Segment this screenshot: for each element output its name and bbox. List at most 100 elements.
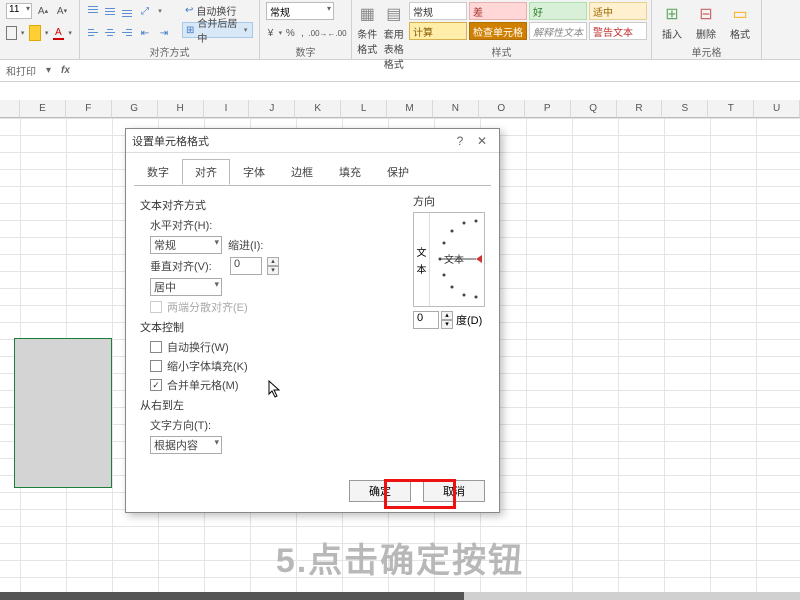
orientation-box: 方向 文本 文本 0 bbox=[413, 193, 485, 329]
col-header[interactable]: Q bbox=[571, 100, 617, 118]
style-cell[interactable]: 检查单元格 bbox=[469, 22, 527, 40]
merge-center-button[interactable]: ⊞合并后居中▾ bbox=[182, 22, 253, 38]
style-cell[interactable]: 差 bbox=[469, 2, 527, 20]
format-button[interactable]: ▭格式 bbox=[726, 2, 754, 41]
spin-down[interactable]: ▾ bbox=[267, 266, 279, 275]
col-header[interactable]: G bbox=[112, 100, 158, 118]
help-icon[interactable]: ? bbox=[449, 134, 471, 148]
align-top-icon[interactable] bbox=[86, 4, 100, 18]
cell-styles-gallery[interactable]: 常规差好适中计算检查单元格解释性文本警告文本 bbox=[409, 2, 647, 71]
dialog-body: 文本对齐方式 水平对齐(H): 常规 缩进(I): 垂直对齐(V): 0 ▴▾ … bbox=[126, 185, 499, 485]
close-icon[interactable]: ✕ bbox=[471, 134, 493, 148]
fx-icon[interactable]: fx bbox=[61, 65, 70, 76]
col-header[interactable]: K bbox=[295, 100, 341, 118]
col-header[interactable]: U bbox=[754, 100, 800, 118]
merge-icon: ⊞ bbox=[186, 25, 194, 36]
ok-button[interactable]: 确定 bbox=[349, 480, 411, 502]
col-header[interactable]: R bbox=[617, 100, 663, 118]
style-cell[interactable]: 好 bbox=[529, 2, 587, 20]
delete-button[interactable]: ⊟删除 bbox=[692, 2, 720, 41]
align-left-icon[interactable] bbox=[86, 26, 100, 40]
dialog-titlebar[interactable]: 设置单元格格式 ? ✕ bbox=[126, 129, 499, 153]
format-as-table-button[interactable]: ▤套用 表格格式 bbox=[383, 2, 406, 71]
col-header[interactable]: L bbox=[341, 100, 387, 118]
inc-decimal-icon[interactable]: .00→ bbox=[310, 25, 326, 41]
col-header[interactable]: P bbox=[525, 100, 571, 118]
h-align-select[interactable]: 常规 bbox=[150, 236, 222, 254]
format-icon: ▭ bbox=[726, 2, 754, 26]
col-header[interactable]: F bbox=[66, 100, 112, 118]
dialog-tab[interactable]: 字体 bbox=[230, 159, 278, 185]
h-align-label: 水平对齐(H): bbox=[150, 217, 220, 233]
dialog-tab[interactable]: 对齐 bbox=[182, 159, 230, 185]
style-cell[interactable]: 常规 bbox=[409, 2, 467, 20]
decrease-font-icon[interactable]: A▾ bbox=[54, 3, 70, 19]
align-right-icon[interactable] bbox=[120, 26, 134, 40]
border-icon[interactable] bbox=[6, 26, 17, 40]
group-label: 对齐方式 bbox=[80, 44, 259, 59]
col-header[interactable]: E bbox=[20, 100, 66, 118]
fill-dd[interactable]: ▾ bbox=[44, 29, 50, 37]
orientation-arc-icon: 文本 bbox=[430, 213, 484, 306]
conditional-format-button[interactable]: ▦条件格式 bbox=[356, 2, 379, 71]
col-header[interactable]: T bbox=[708, 100, 754, 118]
col-header[interactable]: M bbox=[387, 100, 433, 118]
comma-icon[interactable]: , bbox=[298, 25, 307, 41]
font-size-select[interactable]: 11 bbox=[6, 3, 32, 19]
fill-color-icon[interactable] bbox=[29, 25, 41, 41]
spin-up[interactable]: ▴ bbox=[267, 257, 279, 266]
col-header[interactable]: S bbox=[662, 100, 708, 118]
col-header[interactable]: H bbox=[158, 100, 204, 118]
indent-dec-icon[interactable]: ⇤ bbox=[137, 25, 153, 41]
style-cell[interactable]: 适中 bbox=[589, 2, 647, 20]
number-format-select[interactable]: 常规 bbox=[266, 2, 334, 20]
font-color-icon[interactable]: A bbox=[53, 26, 65, 40]
col-header[interactable] bbox=[0, 100, 20, 118]
dialog-tab[interactable]: 保护 bbox=[374, 159, 422, 185]
shrink-fit-checkbox[interactable] bbox=[150, 360, 162, 372]
style-cell[interactable]: 警告文本 bbox=[589, 22, 647, 40]
align-center-icon[interactable] bbox=[103, 26, 117, 40]
style-cell[interactable]: 计算 bbox=[409, 22, 467, 40]
v-align-select[interactable]: 居中 bbox=[150, 278, 222, 296]
align-bottom-icon[interactable] bbox=[120, 4, 134, 18]
wrap-text-checkbox[interactable] bbox=[150, 341, 162, 353]
merge-cells-checkbox[interactable] bbox=[150, 379, 162, 391]
col-header[interactable]: J bbox=[249, 100, 295, 118]
orientation-icon[interactable]: ⤢ bbox=[137, 3, 153, 19]
justify-distributed-label: 两端分散对齐(E) bbox=[167, 299, 248, 315]
style-cell[interactable]: 解释性文本 bbox=[529, 22, 587, 40]
increase-font-icon[interactable]: A▴ bbox=[35, 3, 51, 19]
alignment-group: ⤢▾ ⇤ ⇥ ↩自动换行 ⊞合并后居中▾ 对齐方式 bbox=[80, 0, 260, 60]
cond-fmt-icon: ▦ bbox=[356, 2, 379, 26]
dialog-tab[interactable]: 填充 bbox=[326, 159, 374, 185]
selection-range bbox=[14, 338, 112, 488]
col-header[interactable]: O bbox=[479, 100, 525, 118]
insert-button[interactable]: ⊞插入 bbox=[658, 2, 686, 41]
indent-spinner[interactable]: 0 bbox=[230, 257, 262, 275]
table-fmt-icon: ▤ bbox=[383, 2, 406, 26]
border-dd[interactable]: ▾ bbox=[20, 29, 26, 37]
orientation-degree-input[interactable]: 0 bbox=[413, 311, 439, 329]
dialog-tab[interactable]: 数字 bbox=[134, 159, 182, 185]
fontcolor-dd[interactable]: ▾ bbox=[67, 29, 73, 37]
justify-distributed-checkbox bbox=[150, 301, 162, 313]
name-box[interactable]: 和打印 bbox=[6, 63, 36, 78]
cursor-icon bbox=[268, 380, 282, 398]
orientation-control[interactable]: 文本 文本 bbox=[413, 212, 485, 307]
column-headers[interactable]: EFGHIJKLMNOPQRSTU bbox=[0, 100, 800, 118]
dialog-tab[interactable]: 边框 bbox=[278, 159, 326, 185]
text-direction-select[interactable]: 根据内容 bbox=[150, 436, 222, 454]
indent-inc-icon[interactable]: ⇥ bbox=[156, 25, 172, 41]
col-header[interactable]: N bbox=[433, 100, 479, 118]
currency-icon[interactable]: ¥ bbox=[266, 25, 275, 41]
percent-icon[interactable]: % bbox=[286, 25, 295, 41]
video-progress[interactable] bbox=[0, 592, 800, 600]
align-middle-icon[interactable] bbox=[103, 4, 117, 18]
cancel-button[interactable]: 取消 bbox=[423, 480, 485, 502]
cells-group: ⊞插入 ⊟删除 ▭格式 单元格 bbox=[652, 0, 762, 60]
number-group: 常规 ¥▾ % , .00→ ←.00 数字 bbox=[260, 0, 352, 60]
dec-decimal-icon[interactable]: ←.00 bbox=[329, 25, 345, 41]
col-header[interactable]: I bbox=[204, 100, 250, 118]
ribbon: 11 A▴ A▾ ▾ ▾ A▾ ⤢▾ ⇤ bbox=[0, 0, 800, 60]
